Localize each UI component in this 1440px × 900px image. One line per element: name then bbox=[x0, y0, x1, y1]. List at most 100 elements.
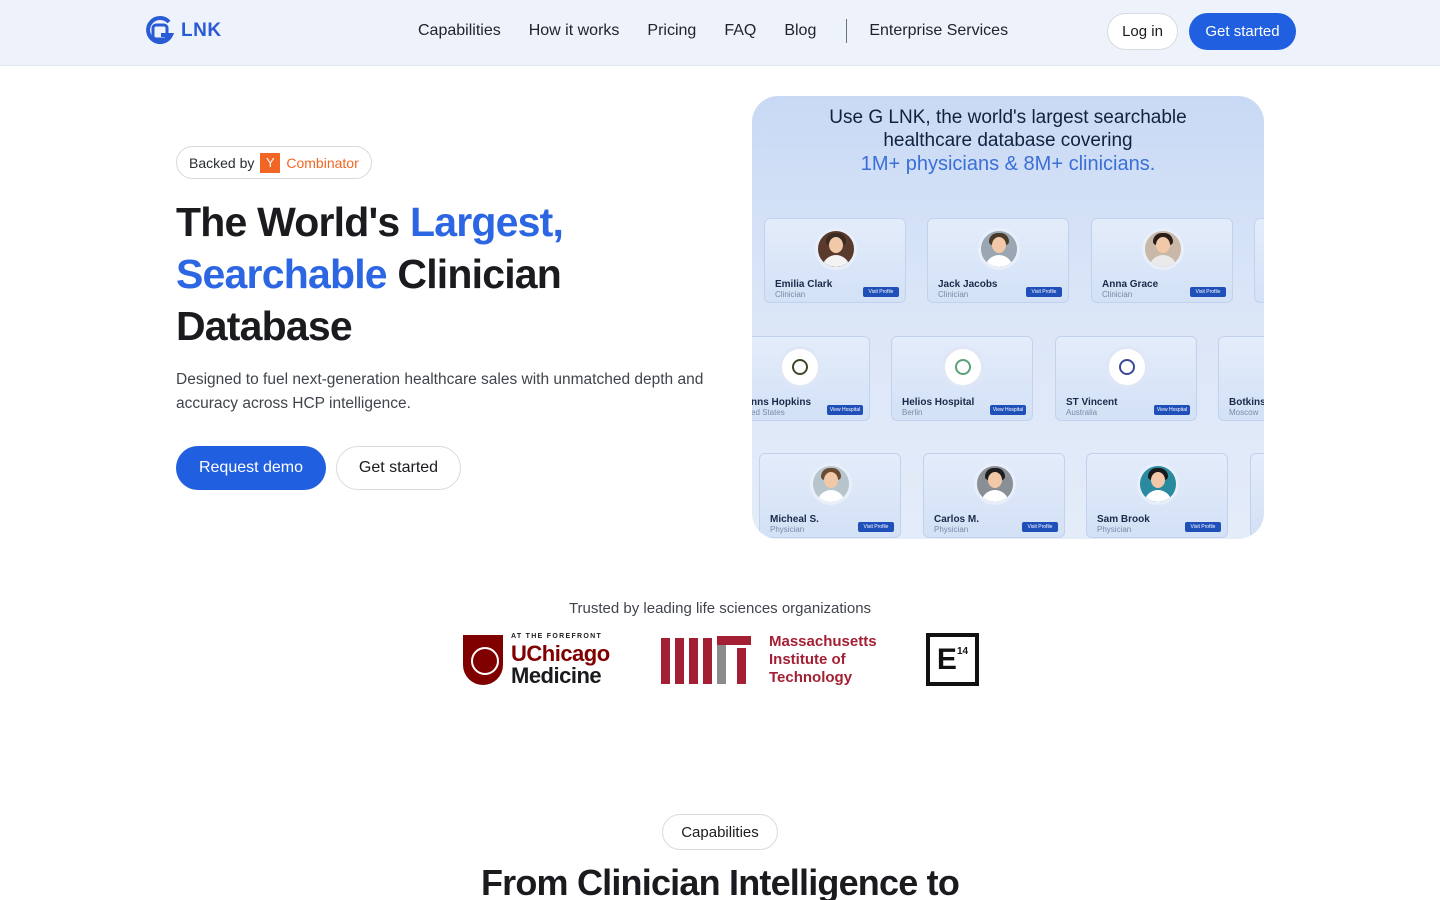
mit-line3: Technology bbox=[769, 669, 853, 686]
card-role: Clinician bbox=[938, 290, 969, 299]
hero-title-blue1: Largest, bbox=[410, 199, 564, 245]
avatar bbox=[815, 228, 857, 270]
profile-card: Jack Jacobs Clinician Visit Profile bbox=[927, 218, 1069, 303]
capabilities-title: From Clinician Intelligence to bbox=[480, 862, 960, 900]
top-navbar: LNK Capabilities How it works Pricing FA… bbox=[0, 0, 1440, 66]
request-demo-button[interactable]: Request demo bbox=[176, 446, 326, 490]
card-role: ed States bbox=[752, 408, 785, 417]
uchicago-medicine-logo: AT THE FOREFRONT UChicago Medicine bbox=[463, 633, 610, 687]
uchicago-line1: UChicago bbox=[511, 641, 610, 666]
hero-subtitle: Designed to fuel next-generation healthc… bbox=[176, 371, 704, 412]
mit-line1: Massachusetts bbox=[769, 633, 877, 650]
avatar bbox=[978, 228, 1020, 270]
panel-heading: Use G LNK, the world's largest searchabl… bbox=[752, 106, 1264, 176]
card-name: Anna Grace bbox=[1102, 279, 1159, 290]
visit-profile-button[interactable]: Visit Profile bbox=[1185, 522, 1221, 532]
mit-logo: Massachusetts Institute of Technology bbox=[661, 633, 877, 687]
hero-title: The World's Largest, Searchable Clinicia… bbox=[176, 196, 696, 352]
panel-line1: Use G LNK, the world's largest searchabl… bbox=[829, 107, 1187, 128]
panel-highlight: 1M+ physicians & 8M+ clinicians. bbox=[860, 153, 1156, 175]
mit-wordmark: Massachusetts Institute of Technology bbox=[769, 633, 877, 687]
glnk-logo-icon bbox=[146, 16, 175, 45]
hospital-card: Botkins Moscow bbox=[1218, 336, 1264, 421]
e14-logo: E 14 bbox=[926, 633, 979, 686]
nav-link-capabilities[interactable]: Capabilities bbox=[418, 22, 501, 40]
capabilities-pill: Capabilities bbox=[662, 814, 778, 850]
hero-database-preview: Use G LNK, the world's largest searchabl… bbox=[752, 96, 1264, 539]
card-name: Sam Brook bbox=[1097, 514, 1150, 525]
mit-mark-icon bbox=[661, 636, 751, 684]
card-role: Clinician bbox=[775, 290, 806, 299]
nav-divider bbox=[846, 19, 848, 43]
profile-card: Emilia Clark Clinician Visit Profile bbox=[764, 218, 906, 303]
card-role: Australia bbox=[1066, 408, 1098, 417]
trusted-by-label: Trusted by leading life sciences organiz… bbox=[568, 600, 872, 617]
hospital-logo-icon bbox=[942, 346, 984, 388]
view-hospital-button[interactable]: View Hospital bbox=[990, 405, 1026, 415]
nav-links: Capabilities How it works Pricing FAQ Bl… bbox=[418, 0, 1036, 62]
visit-profile-button[interactable]: Visit Profile bbox=[858, 522, 894, 532]
get-started-button[interactable]: Get started bbox=[336, 446, 461, 490]
e14-letter: E bbox=[936, 642, 957, 676]
card-role: Clinician bbox=[1102, 290, 1133, 299]
uchicago-tagline: AT THE FOREFRONT bbox=[511, 633, 603, 640]
card-name: Helios Hospital bbox=[902, 397, 975, 408]
hero-title-part2: Clinician bbox=[386, 251, 562, 297]
nav-get-started-button[interactable]: Get started bbox=[1189, 13, 1296, 50]
card-name: Micheal S. bbox=[770, 514, 819, 525]
hospital-card: nns Hopkins ed States View Hospital bbox=[752, 336, 870, 421]
profile-card: Carlos M. Physician Visit Profile bbox=[923, 453, 1065, 538]
hero-title-blue2: Searchable bbox=[176, 251, 388, 297]
visit-profile-button[interactable]: Visit Profile bbox=[1022, 522, 1058, 532]
avatar bbox=[974, 463, 1016, 505]
avatar bbox=[810, 463, 852, 505]
mit-line2: Institute of bbox=[769, 651, 846, 668]
profile-card-partial bbox=[1254, 218, 1264, 303]
hospital-card: Helios Hospital Berlin View Hospital bbox=[891, 336, 1033, 421]
card-name: Carlos M. bbox=[934, 514, 980, 525]
nav-link-blog[interactable]: Blog bbox=[784, 22, 816, 40]
panel-line2: healthcare database covering bbox=[883, 130, 1133, 151]
visit-profile-button[interactable]: Visit Profile bbox=[1026, 287, 1062, 297]
card-name: ST Vincent bbox=[1066, 397, 1118, 408]
uchicago-wordmark: AT THE FOREFRONT UChicago Medicine bbox=[511, 633, 610, 687]
badge-prefix: Backed by bbox=[189, 154, 255, 171]
view-hospital-button[interactable]: View Hospital bbox=[827, 405, 863, 415]
hero-title-part3: Database bbox=[176, 303, 353, 349]
badge-combinator: Combinator bbox=[286, 154, 359, 171]
backed-by-badge[interactable]: Backed by Y Combinator bbox=[176, 146, 372, 179]
card-name: Botkins bbox=[1229, 397, 1264, 408]
profile-card: Sam Brook Physician Visit Profile bbox=[1086, 453, 1228, 538]
avatar bbox=[1137, 463, 1179, 505]
login-button[interactable]: Log in bbox=[1107, 13, 1178, 50]
card-role: Physician bbox=[1097, 525, 1132, 534]
yc-logo-icon: Y bbox=[260, 152, 281, 173]
hospital-logo-icon bbox=[1106, 346, 1148, 388]
uchicago-line2: Medicine bbox=[511, 663, 602, 688]
card-role: Moscow bbox=[1229, 408, 1259, 417]
card-name: Jack Jacobs bbox=[938, 279, 998, 290]
card-role: Berlin bbox=[902, 408, 923, 417]
view-hospital-button[interactable]: View Hospital bbox=[1154, 405, 1190, 415]
visit-profile-button[interactable]: Visit Profile bbox=[863, 287, 899, 297]
visit-profile-button[interactable]: Visit Profile bbox=[1190, 287, 1226, 297]
logo-text: LNK bbox=[181, 20, 222, 41]
card-name: Emilia Clark bbox=[775, 279, 833, 290]
hero-title-part1: The World's bbox=[176, 199, 411, 245]
glnk-logo[interactable]: LNK bbox=[143, 13, 222, 49]
nav-link-how-it-works[interactable]: How it works bbox=[529, 22, 620, 40]
avatar bbox=[1142, 228, 1184, 270]
nav-link-enterprise-services[interactable]: Enterprise Services bbox=[869, 22, 1008, 40]
nav-link-faq[interactable]: FAQ bbox=[724, 22, 756, 40]
card-role: Physician bbox=[770, 525, 805, 534]
nav-link-pricing[interactable]: Pricing bbox=[647, 22, 696, 40]
card-role: Physician bbox=[934, 525, 969, 534]
uchicago-shield-icon bbox=[463, 635, 503, 685]
hospital-logo-icon bbox=[779, 346, 821, 388]
profile-card-partial bbox=[1250, 453, 1264, 538]
hospital-card: ST Vincent Australia View Hospital bbox=[1055, 336, 1197, 421]
profile-card: Anna Grace Clinician Visit Profile bbox=[1091, 218, 1233, 303]
e14-number: 14 bbox=[956, 646, 969, 657]
profile-card: Micheal S. Physician Visit Profile bbox=[759, 453, 901, 538]
card-name: nns Hopkins bbox=[752, 397, 812, 408]
